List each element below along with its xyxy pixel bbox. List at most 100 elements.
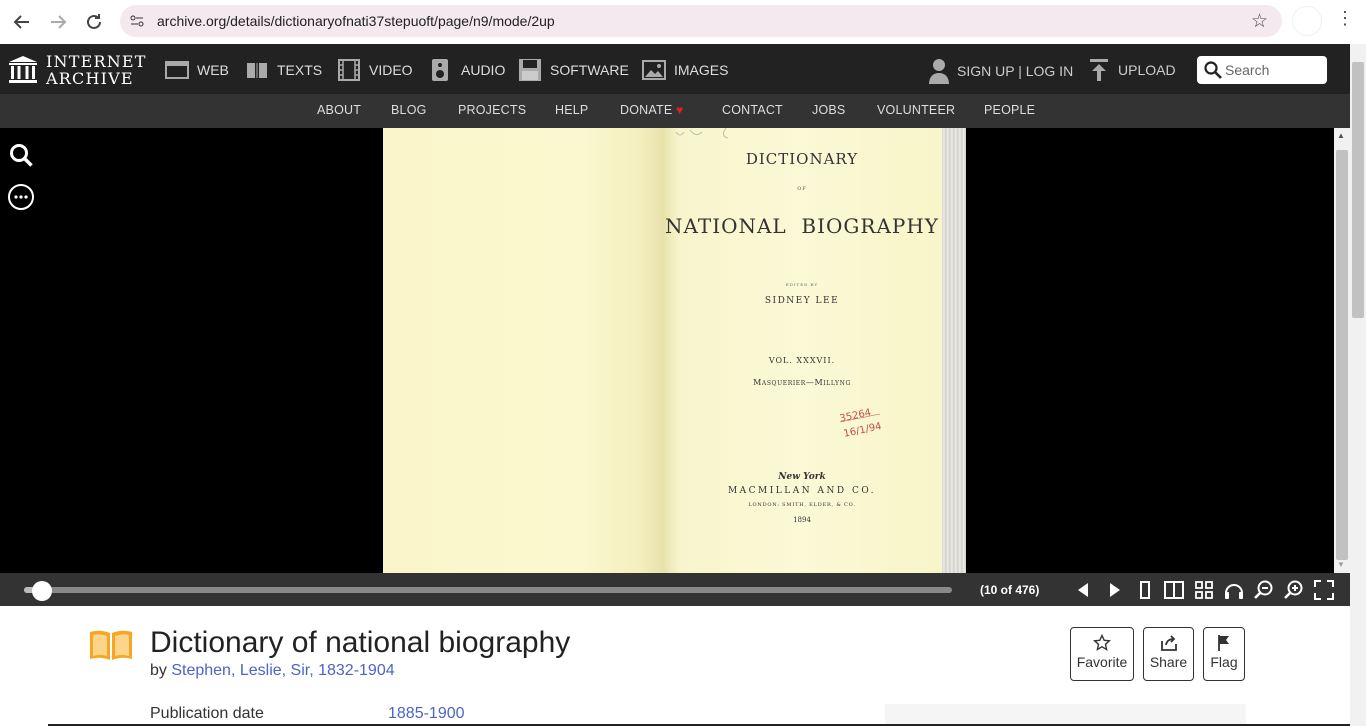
texts-book-icon: [90, 630, 132, 660]
handwritten-accession-mark: 35264 16/1/94: [839, 407, 883, 440]
subnav-about[interactable]: ABOUT: [317, 103, 361, 117]
byline-prefix: by: [150, 662, 172, 679]
browser-toolbar: archive.org/details/dictionaryofnati37st…: [0, 0, 1366, 44]
heart-icon: ♥: [676, 103, 684, 117]
flag-label: Flag: [1210, 654, 1238, 670]
nav-texts[interactable]: TEXTS: [245, 57, 322, 83]
nav-video-label: VIDEO: [369, 62, 413, 78]
subnav-blog[interactable]: BLOG: [391, 103, 427, 117]
upload-label: UPLOAD: [1118, 62, 1176, 78]
ia-top-nav: INTERNET ARCHIVE WEB TEXTS VIDEO AUDIO S…: [0, 44, 1366, 94]
svg-text:35264: 35264: [839, 407, 872, 424]
viewer-navbar: (10 of 476): [0, 573, 1350, 606]
forward-arrow-icon[interactable]: [46, 10, 70, 34]
pub-date-label: Publication date: [150, 705, 264, 722]
search-placeholder: Search: [1225, 62, 1270, 78]
page-slider-track[interactable]: [24, 587, 952, 593]
subnav-contact[interactable]: CONTACT: [722, 103, 783, 117]
nav-web-label: WEB: [197, 62, 229, 78]
url-text[interactable]: archive.org/details/dictionaryofnati37st…: [157, 13, 555, 29]
page-title-of: OF: [797, 186, 807, 192]
nav-web[interactable]: WEB: [165, 57, 229, 83]
subnav-jobs[interactable]: JOBS: [812, 103, 845, 117]
page-title-dictionary: DICTIONARY: [745, 150, 859, 168]
nav-images[interactable]: IMAGES: [642, 57, 728, 83]
pub-date-link[interactable]: 1885-1900: [388, 705, 465, 723]
next-page-icon[interactable]: [1103, 579, 1125, 601]
book-page-left[interactable]: [383, 128, 662, 573]
ia-logo[interactable]: INTERNET ARCHIVE: [8, 50, 148, 88]
account-label: SIGN UP | LOG IN: [957, 63, 1074, 79]
page-year: 1894: [793, 516, 811, 524]
viewer-scrollbar[interactable]: ▲ ▼: [1334, 128, 1350, 573]
subnav-projects[interactable]: PROJECTS: [458, 103, 526, 117]
page-publisher: MACMILLAN AND CO.: [727, 486, 877, 496]
fullscreen-icon[interactable]: [1313, 579, 1335, 601]
speaker-icon: [432, 59, 448, 81]
scroll-down-arrow-icon[interactable]: ▼: [1337, 560, 1345, 569]
nav-audio-label: AUDIO: [461, 62, 506, 78]
thumbnail-view-icon[interactable]: [1193, 579, 1215, 601]
favorite-label: Favorite: [1076, 654, 1128, 670]
page-editor: SIDNEY LEE: [764, 296, 840, 306]
zoom-in-icon[interactable]: [1283, 579, 1305, 601]
search-icon[interactable]: [8, 142, 34, 168]
read-aloud-icon[interactable]: [1223, 579, 1245, 601]
back-arrow-icon[interactable]: [10, 10, 34, 34]
image-icon: [642, 60, 666, 80]
flag-icon: [1218, 635, 1229, 651]
nav-software[interactable]: SOFTWARE: [518, 57, 629, 83]
book-icon: [247, 63, 267, 78]
site-settings-icon[interactable]: [128, 12, 146, 30]
favorite-button[interactable]: Favorite: [1070, 627, 1134, 681]
reload-icon[interactable]: [82, 10, 106, 34]
share-label: Share: [1149, 654, 1188, 670]
subnav-help[interactable]: HELP: [555, 103, 588, 117]
share-icon: [1160, 635, 1177, 651]
floppy-icon: [519, 59, 541, 81]
address-bar[interactable]: archive.org/details/dictionaryofnati37st…: [120, 5, 1282, 37]
scroll-up-arrow-icon[interactable]: ▲: [1337, 131, 1345, 140]
pencil-marks-top: [675, 128, 729, 139]
search-icon: [1204, 61, 1222, 79]
page-scroll-thumb[interactable]: [1352, 62, 1364, 318]
logo-text-archive: ARCHIVE: [46, 69, 134, 88]
book-viewer: DICTIONARY OF NATIONAL BIOGRAPHY EDITED …: [0, 128, 1334, 573]
prev-page-icon[interactable]: [1073, 579, 1095, 601]
book-page-edges: [942, 128, 966, 573]
page-scrollbar[interactable]: [1350, 44, 1366, 726]
bookmark-star-icon[interactable]: ☆: [1251, 10, 1268, 33]
two-page-view-icon[interactable]: [1163, 579, 1185, 601]
item-title: Dictionary of national biography: [150, 626, 571, 659]
page-slider-knob[interactable]: [31, 581, 52, 601]
nav-texts-label: TEXTS: [277, 62, 323, 78]
browser-menu-icon[interactable]: ⋮: [1336, 8, 1354, 29]
page-london: LONDON: SMITH, ELDER, & CO.: [748, 502, 856, 508]
one-page-view-icon[interactable]: [1134, 579, 1156, 601]
upload-link[interactable]: UPLOAD: [1089, 58, 1176, 82]
nav-images-label: IMAGES: [674, 62, 729, 78]
ia-secondary-nav: ABOUT BLOG PROJECTS HELP DONATE ♥ CONTAC…: [0, 94, 1350, 128]
page-publisher-city: New York: [778, 472, 826, 482]
user-icon: [929, 59, 949, 84]
item-details: Dictionary of national biography by Step…: [0, 606, 1350, 726]
subnav-volunteer[interactable]: VOLUNTEER: [877, 103, 955, 117]
account-link[interactable]: SIGN UP | LOG IN: [928, 58, 1073, 84]
subnav-donate-label: DONATE: [620, 103, 673, 117]
zoom-out-icon[interactable]: [1253, 579, 1275, 601]
author-link[interactable]: Stephen, Leslie, Sir, 1832-1904: [171, 662, 394, 679]
upload-icon: [1090, 59, 1108, 81]
flag-button[interactable]: Flag: [1203, 627, 1245, 681]
subnav-people[interactable]: PEOPLE: [984, 103, 1035, 117]
nav-audio[interactable]: AUDIO: [429, 57, 505, 83]
profile-avatar[interactable]: [1292, 6, 1322, 36]
nav-video[interactable]: VIDEO: [337, 57, 413, 83]
viewer-scroll-thumb[interactable]: [1336, 150, 1348, 560]
page-title-national-biography: NATIONAL BIOGRAPHY: [665, 214, 939, 238]
search-input[interactable]: Search: [1197, 56, 1327, 84]
subnav-donate[interactable]: DONATE ♥: [620, 103, 683, 117]
more-options-icon[interactable]: [8, 184, 34, 210]
svg-text:16/1/94: 16/1/94: [843, 421, 883, 440]
film-icon: [338, 59, 360, 81]
share-button[interactable]: Share: [1143, 627, 1194, 681]
